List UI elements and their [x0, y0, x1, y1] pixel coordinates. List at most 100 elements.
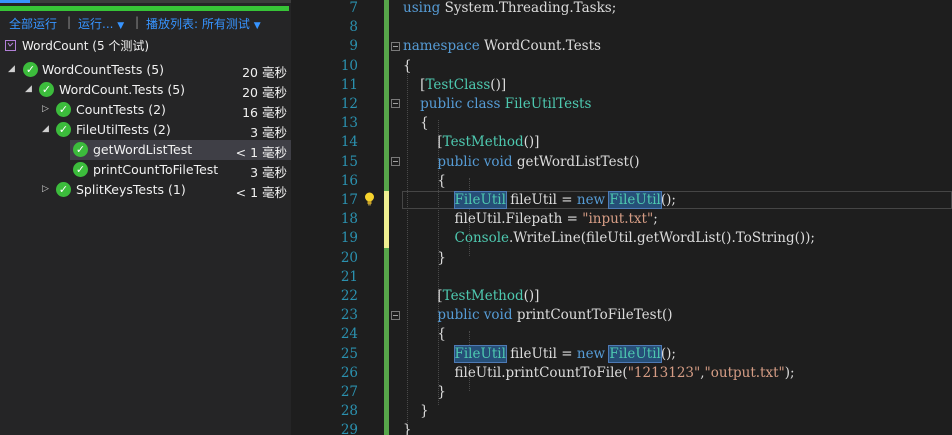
line-number: 11 [340, 77, 358, 93]
code-line-16: { [403, 173, 446, 189]
change-bar-saved [384, 248, 389, 435]
code-token: new [576, 346, 606, 362]
tree-node-label: WordCountTests (5) [42, 62, 165, 77]
collapse-region-icon[interactable] [391, 99, 400, 108]
playlist-label: 播放列表: 所有测试 [146, 17, 250, 31]
lightbulb-icon[interactable] [364, 192, 375, 206]
code-token: (); [660, 192, 676, 208]
chevron-down-icon: ▼ [117, 21, 125, 31]
code-token: using [403, 0, 441, 16]
code-token: FileUtil [608, 191, 662, 209]
code-token: fileUtil = [505, 192, 577, 208]
code-line-10: { [403, 58, 412, 74]
code-token: FileUtil [453, 345, 507, 363]
expand-arrow-icon[interactable]: ◢ [25, 84, 32, 94]
code-token: FileUtil [453, 191, 507, 209]
line-number: 23 [340, 307, 358, 323]
line-number: 10 [340, 58, 358, 74]
line-number: 7 [349, 0, 358, 16]
code-token: TestMethod [442, 288, 524, 304]
code-token: TestClass [425, 77, 491, 93]
code-token: ; [653, 211, 658, 227]
tree-node-fileutiltests[interactable]: ◢ ✓ FileUtilTests (2) 3 毫秒 [0, 120, 291, 140]
test-duration: 16 毫秒 [242, 105, 287, 120]
line-number: 28 [340, 403, 358, 419]
code-line-11: [TestClass()] [403, 77, 506, 93]
code-token: [ [403, 77, 426, 93]
test-duration: < 1 毫秒 [235, 185, 287, 200]
code-token: TestMethod [442, 134, 524, 150]
line-number: 17 [340, 192, 358, 208]
passed-icon: ✓ [73, 162, 88, 177]
collapse-arrow-icon[interactable]: ▷ [42, 104, 49, 114]
code-token: ()] [523, 288, 540, 304]
test-duration: < 1 毫秒 [235, 145, 287, 160]
code-token: .WriteLine(fileUtil.getWordList().ToStri… [509, 230, 815, 246]
code-token: [ [403, 134, 443, 150]
change-bar-saved [384, 0, 389, 191]
code-token: printCountToFileTest() [516, 307, 673, 323]
expand-arrow-icon[interactable]: ◢ [42, 124, 49, 134]
line-number: 29 [340, 422, 358, 435]
line-number: 8 [349, 19, 358, 35]
tree-node-wordcount-tests[interactable]: ◢ ✓ WordCount.Tests (5) 20 毫秒 [0, 80, 291, 100]
code-token: new [576, 192, 606, 208]
code-token: FileUtil [608, 345, 662, 363]
tree-node-label: getWordListTest [93, 142, 193, 157]
code-line-13: { [403, 115, 429, 131]
tree-node-wordcounttests[interactable]: ◢ ✓ WordCountTests (5) 20 毫秒 [0, 60, 291, 80]
line-number: 19 [340, 230, 358, 246]
toolbar-separator: | [135, 15, 140, 29]
code-token: getWordListTest() [516, 154, 640, 170]
panel-tab-strip [0, 0, 291, 3]
playlist-dropdown[interactable]: 播放列表: 所有测试 ▼ [146, 15, 261, 32]
code-line-28: } [403, 403, 429, 419]
run-all-link[interactable]: 全部运行 [9, 15, 57, 32]
collapse-region-icon[interactable] [391, 42, 400, 51]
line-number: 25 [340, 346, 358, 362]
code-token: fileUtil = [505, 346, 577, 362]
tree-node-label: SplitKeysTests (1) [76, 182, 186, 197]
test-root-node[interactable]: WordCount (5 个测试) [5, 37, 149, 54]
passed-icon: ✓ [39, 82, 54, 97]
tree-node-printcounttofiletest[interactable]: ✓ printCountToFileTest 3 毫秒 [0, 160, 291, 180]
code-token: public void [403, 154, 517, 170]
run-dropdown[interactable]: 运行... ▼ [78, 15, 124, 32]
code-line-19: Console.WriteLine(fileUtil.getWordList()… [403, 230, 815, 246]
code-line-12: public class FileUtilTests [403, 96, 591, 112]
expand-arrow-icon[interactable]: ◢ [8, 64, 15, 74]
code-token: ()] [523, 134, 540, 150]
test-duration: 20 毫秒 [242, 85, 287, 100]
code-token: namespace [403, 38, 480, 54]
tree-node-getwordlisttest[interactable]: ✓ getWordListTest < 1 毫秒 [70, 140, 291, 160]
run-dropdown-label: 运行... [78, 17, 114, 31]
line-number: 27 [340, 384, 358, 400]
collapse-region-icon[interactable] [391, 311, 400, 320]
code-token: ()] [490, 77, 507, 93]
test-duration: 3 毫秒 [250, 165, 287, 180]
tree-node-splitkeystests[interactable]: ▷ ✓ SplitKeysTests (1) < 1 毫秒 [0, 180, 291, 200]
code-editor[interactable]: 7 8 9 10 11 12 13 14 15 16 17 18 19 20 2… [320, 0, 952, 435]
test-project-icon [5, 40, 16, 51]
chevron-down-icon: ▼ [253, 21, 261, 31]
panel-splitter[interactable] [291, 0, 320, 435]
line-number: 12 [340, 96, 358, 112]
passed-icon: ✓ [56, 182, 71, 197]
change-bar-unsaved [384, 191, 389, 248]
code-line-15: public void getWordListTest() [403, 154, 640, 170]
code-token: (); [660, 346, 676, 362]
code-line-9: namespace WordCount.Tests [403, 38, 601, 54]
line-number: 16 [340, 173, 358, 189]
tree-node-label: WordCount.Tests (5) [59, 82, 186, 97]
line-number: 9 [349, 38, 358, 54]
line-number: 21 [340, 269, 358, 285]
code-token: "output.txt" [704, 365, 785, 381]
collapse-arrow-icon[interactable]: ▷ [42, 184, 49, 194]
code-token: FileUtilTests [504, 96, 592, 112]
tree-node-counttests[interactable]: ▷ ✓ CountTests (2) 16 毫秒 [0, 100, 291, 120]
code-line-14: [TestMethod()] [403, 134, 539, 150]
collapse-region-icon[interactable] [391, 157, 400, 166]
tree-node-label: CountTests (2) [76, 102, 166, 117]
line-number: 15 [340, 154, 358, 170]
